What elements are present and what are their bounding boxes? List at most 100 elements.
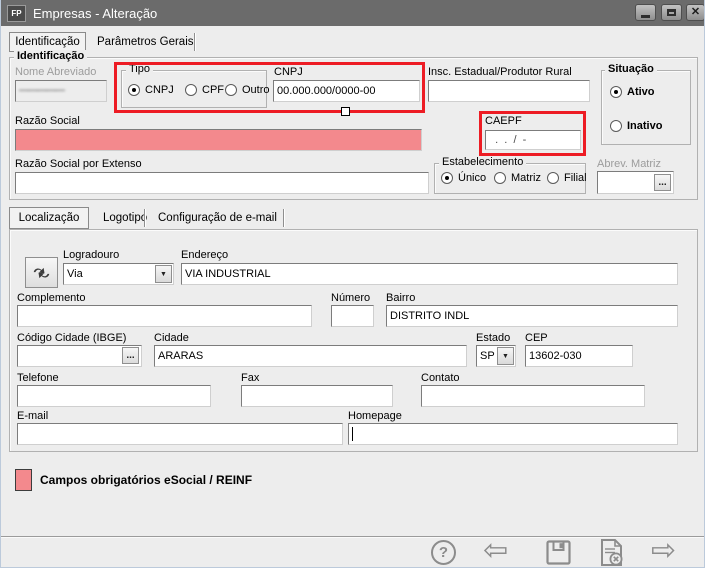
homepage-field[interactable] xyxy=(348,423,678,445)
numero-label: Número xyxy=(331,292,370,304)
abrev-matriz-label: Abrev. Matriz xyxy=(597,158,661,170)
codigo-cidade-browse-button[interactable]: ... xyxy=(122,347,139,364)
tipo-group-title: Tipo xyxy=(126,63,153,75)
app-icon: FP xyxy=(7,5,26,22)
arrow-left-icon: ⇦ xyxy=(483,536,508,566)
redacted-value: ————— xyxy=(19,81,103,101)
insc-estadual-field[interactable] xyxy=(428,80,590,102)
tab-parametros-gerais[interactable]: Parâmetros Gerais xyxy=(97,33,194,51)
subtab-config-email[interactable]: Configuração de e-mail xyxy=(158,209,277,227)
next-record-button[interactable]: ⇨ xyxy=(651,536,676,566)
minimize-icon xyxy=(641,15,650,18)
radio-icon xyxy=(225,84,237,96)
subtab-separator xyxy=(283,209,284,227)
subtab-localizacao[interactable]: Localização xyxy=(9,207,89,229)
situacao-groupbox xyxy=(601,70,691,145)
caepf-field[interactable]: . . / - xyxy=(485,130,581,150)
close-button[interactable]: ✕ xyxy=(686,4,705,21)
radio-icon xyxy=(494,172,506,184)
radio-estab-unico[interactable]: Único xyxy=(441,172,486,184)
tab-separator xyxy=(194,33,195,51)
razao-extenso-label: Razão Social por Extenso xyxy=(15,158,142,170)
telefone-label: Telefone xyxy=(17,372,59,384)
window-title: Empresas - Alteração xyxy=(33,6,157,21)
legend-text: Campos obrigatórios eSocial / REINF xyxy=(40,473,252,487)
text-cursor xyxy=(352,427,353,441)
save-button[interactable] xyxy=(545,539,572,566)
arrow-right-icon: ⇨ xyxy=(651,536,676,566)
caepf-label: CAEPF xyxy=(485,115,522,127)
minimize-button[interactable] xyxy=(635,4,656,21)
fax-field[interactable] xyxy=(241,385,393,407)
complemento-field[interactable] xyxy=(17,305,312,327)
logradouro-dropdown-button[interactable]: ▼ xyxy=(155,265,172,283)
razao-social-field[interactable] xyxy=(15,129,422,151)
email-field[interactable] xyxy=(17,423,343,445)
cep-field[interactable] xyxy=(525,345,633,367)
radio-selected-icon xyxy=(128,84,140,96)
contato-field[interactable] xyxy=(421,385,645,407)
bairro-label: Bairro xyxy=(386,292,415,304)
nome-abreviado-field[interactable]: ————— xyxy=(15,80,107,102)
estado-label: Estado xyxy=(476,332,510,344)
radio-tipo-cpf[interactable]: CPF xyxy=(185,84,224,96)
complemento-label: Complemento xyxy=(17,292,85,304)
fax-label: Fax xyxy=(241,372,259,384)
close-icon: ✕ xyxy=(691,7,700,18)
endereco-field[interactable] xyxy=(181,263,678,285)
bairro-field[interactable] xyxy=(386,305,678,327)
radio-icon xyxy=(610,120,622,132)
cnpj-field[interactable] xyxy=(273,80,420,102)
radio-icon xyxy=(547,172,559,184)
codigo-cidade-label: Código Cidade (IBGE) xyxy=(17,332,126,344)
radio-situacao-ativo[interactable]: Ativo xyxy=(610,86,655,98)
radio-label: CPF xyxy=(202,84,224,96)
subtab-logotipo[interactable]: Logotipo xyxy=(103,209,147,227)
cep-label: CEP xyxy=(525,332,548,344)
radio-label: Único xyxy=(458,172,486,184)
radio-estab-matriz[interactable]: Matriz xyxy=(494,172,541,184)
radio-label: Ativo xyxy=(627,86,655,98)
radio-label: Outro xyxy=(242,84,270,96)
tab-identificacao[interactable]: Identificação xyxy=(9,32,86,52)
identificacao-group-title: Identificação xyxy=(14,50,87,62)
title-bar: FP Empresas - Alteração ✕ xyxy=(1,0,705,26)
help-button[interactable]: ? xyxy=(431,540,456,565)
required-field-swatch xyxy=(15,469,32,491)
radio-situacao-inativo[interactable]: Inativo xyxy=(610,120,662,132)
previous-record-button[interactable]: ⇦ xyxy=(483,536,508,566)
razao-extenso-field[interactable] xyxy=(15,172,429,194)
toolbar-separator xyxy=(1,536,705,537)
insc-estadual-label: Insc. Estadual/Produtor Rural xyxy=(428,66,572,78)
radio-label: Filial xyxy=(564,172,587,184)
contato-label: Contato xyxy=(421,372,460,384)
radio-tipo-cnpj[interactable]: CNPJ xyxy=(128,84,174,96)
cep-lookup-button[interactable] xyxy=(25,257,58,288)
document-cancel-icon xyxy=(599,538,624,567)
cnpj-label: CNPJ xyxy=(274,66,303,78)
radio-label: Matriz xyxy=(511,172,541,184)
estabelecimento-group-title: Estabelecimento xyxy=(439,156,526,168)
maximize-icon xyxy=(667,9,676,16)
annotation-handle xyxy=(341,107,350,116)
radio-icon xyxy=(185,84,197,96)
logradouro-label: Logradouro xyxy=(63,249,119,261)
endereco-label: Endereço xyxy=(181,249,228,261)
situacao-group-title: Situação xyxy=(605,63,657,75)
help-icon: ? xyxy=(431,540,456,565)
radio-label: Inativo xyxy=(627,120,662,132)
email-label: E-mail xyxy=(17,410,48,422)
numero-field[interactable] xyxy=(331,305,374,327)
save-icon xyxy=(545,539,572,566)
razao-social-label: Razão Social xyxy=(15,115,80,127)
cidade-label: Cidade xyxy=(154,332,189,344)
maximize-button[interactable] xyxy=(661,4,682,21)
cancel-record-button[interactable] xyxy=(599,538,624,567)
radio-estab-filial[interactable]: Filial xyxy=(547,172,587,184)
radio-tipo-outro[interactable]: Outro xyxy=(225,84,270,96)
cidade-field[interactable] xyxy=(154,345,467,367)
telefone-field[interactable] xyxy=(17,385,211,407)
abrev-matriz-browse-button[interactable]: ... xyxy=(654,174,671,191)
radio-selected-icon xyxy=(610,86,622,98)
estado-dropdown-button[interactable]: ▼ xyxy=(497,347,514,365)
